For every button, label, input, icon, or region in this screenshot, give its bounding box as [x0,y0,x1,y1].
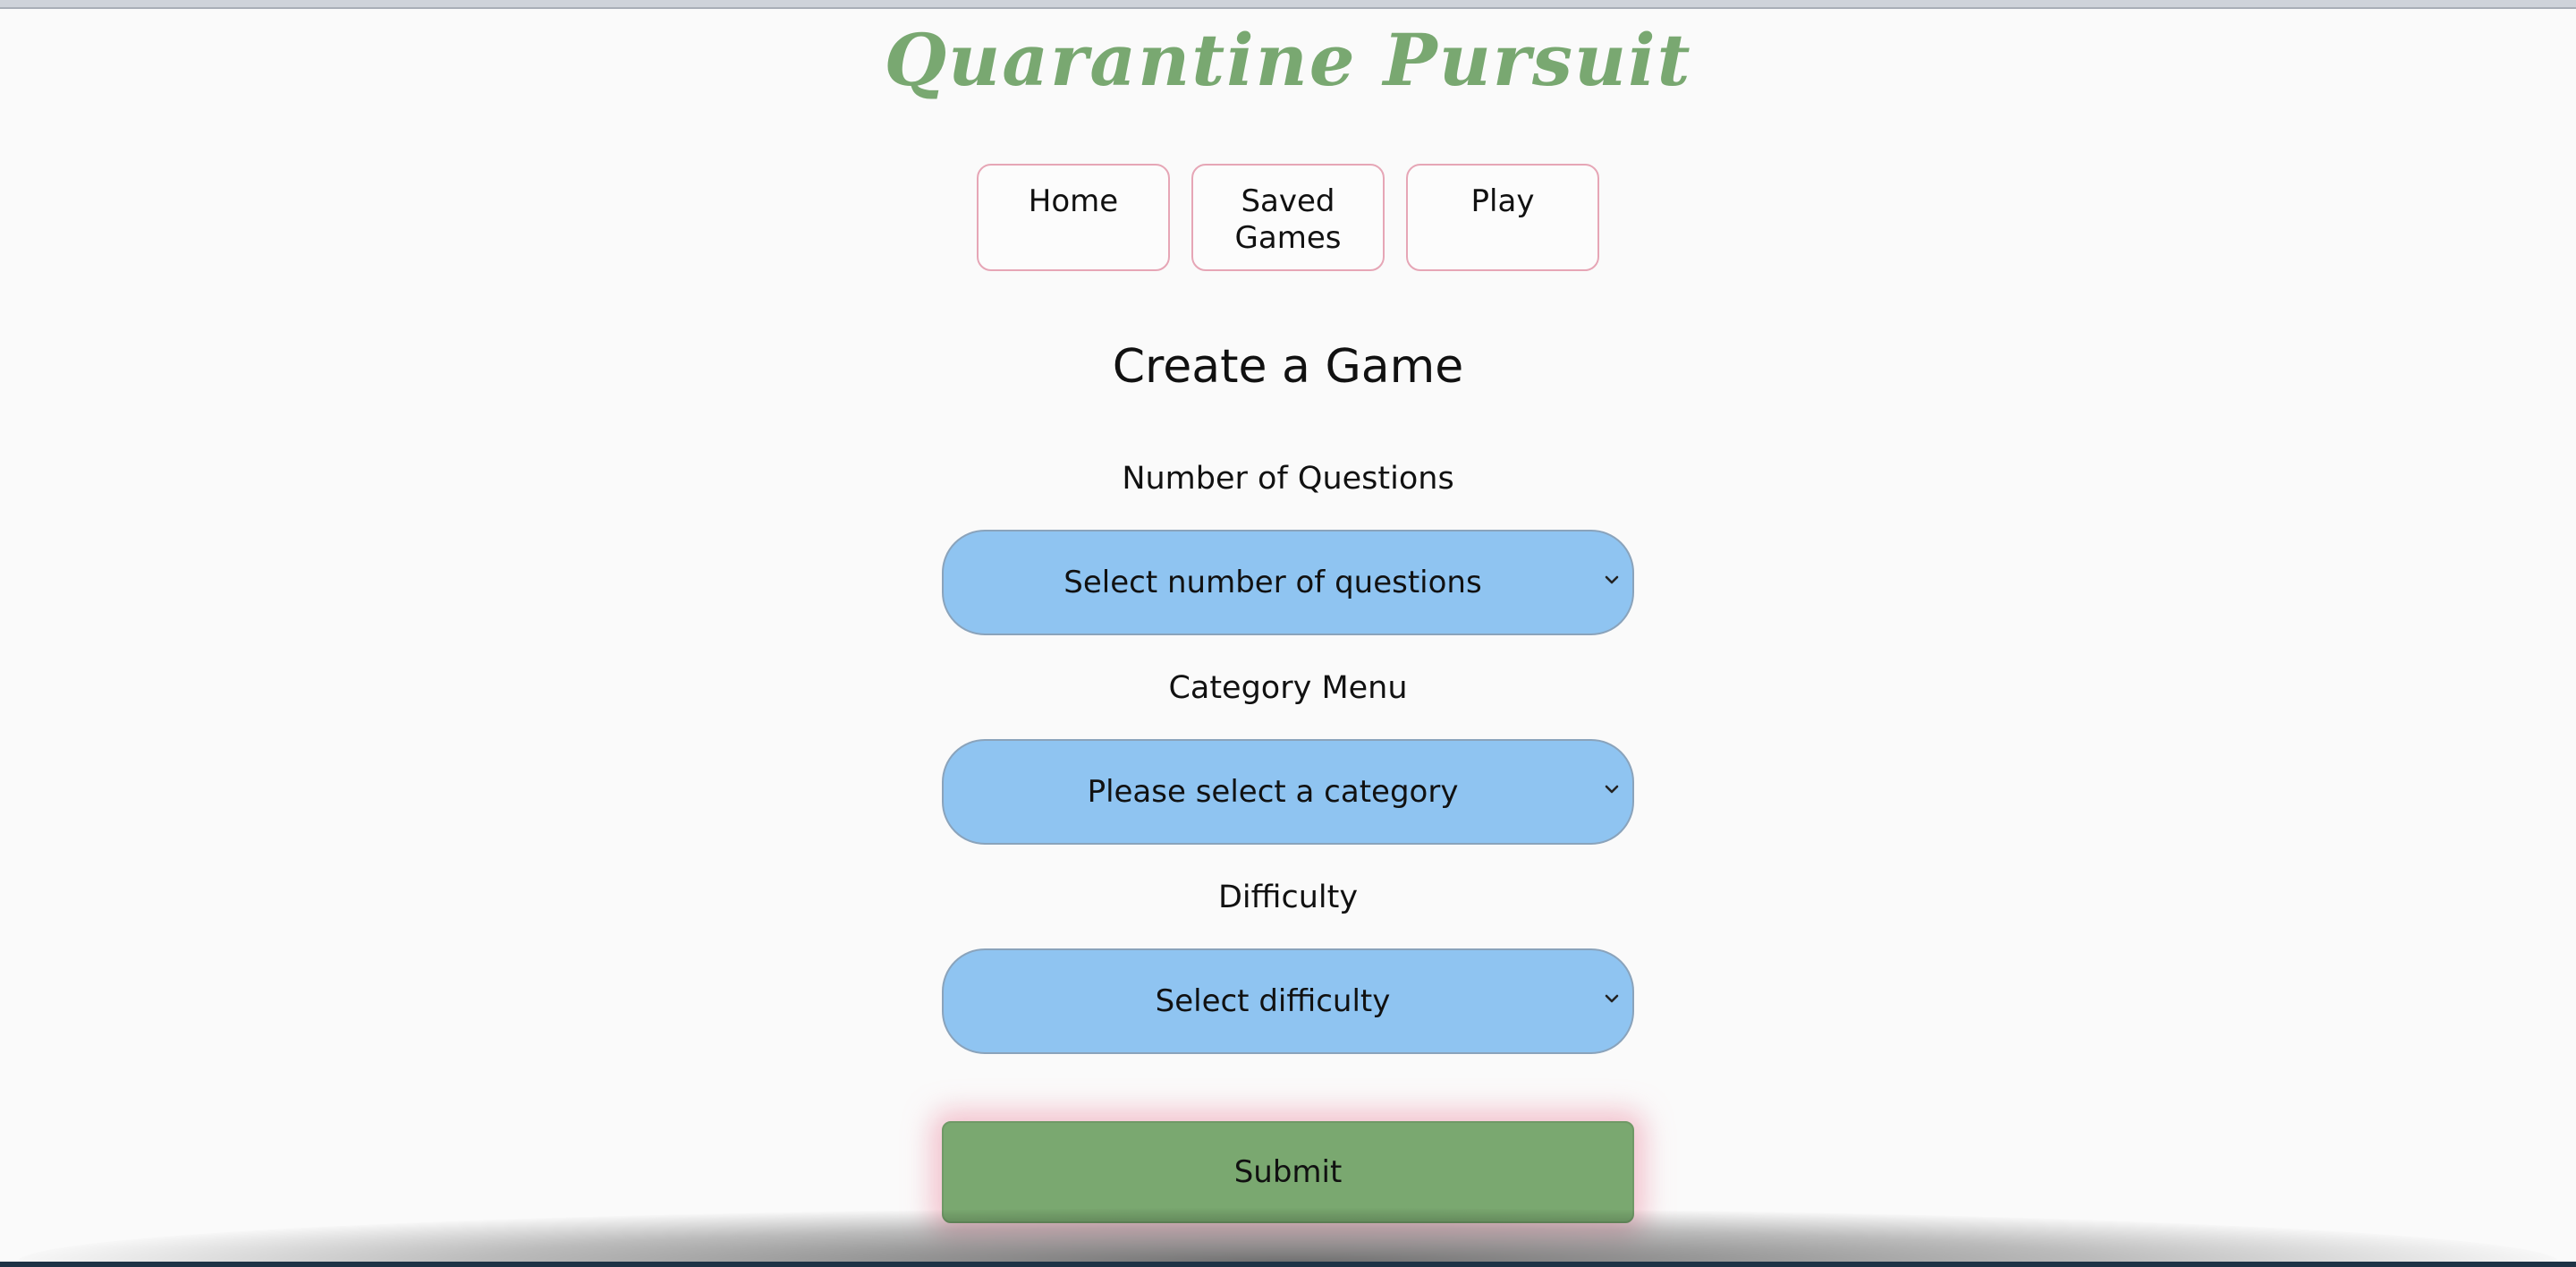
nav-play-button[interactable]: Play [1406,164,1599,271]
difficulty-select-value: Select difficulty [1155,983,1391,1019]
questions-select[interactable]: Select number of questions [942,530,1634,635]
questions-select-value: Select number of questions [1063,565,1482,600]
chevron-down-icon [1605,994,1619,1003]
nav-play-label: Play [1470,183,1535,219]
nav-home-label: Home [1028,183,1119,219]
browser-top-edge [0,0,2576,9]
category-select-value: Please select a category [1087,774,1459,810]
chevron-down-icon [1605,575,1619,584]
nav-saved-games-label: Saved Games [1234,183,1342,256]
category-select[interactable]: Please select a category [942,739,1634,845]
difficulty-select[interactable]: Select difficulty [942,948,1634,1054]
main-nav: Home Saved Games Play [977,164,1599,275]
chevron-down-icon [1605,785,1619,794]
questions-label: Number of Questions [1122,461,1454,497]
category-label: Category Menu [1168,670,1408,706]
submit-button[interactable]: Submit [942,1121,1634,1223]
nav-home-button[interactable]: Home [977,164,1170,271]
page-heading: Create a Game [1112,340,1464,394]
nav-saved-games-button[interactable]: Saved Games [1191,164,1385,271]
page: Quarantine Pursuit Home Saved Games Play… [0,9,2576,1262]
difficulty-label: Difficulty [1217,880,1359,915]
site-title: Quarantine Pursuit [884,18,1692,102]
